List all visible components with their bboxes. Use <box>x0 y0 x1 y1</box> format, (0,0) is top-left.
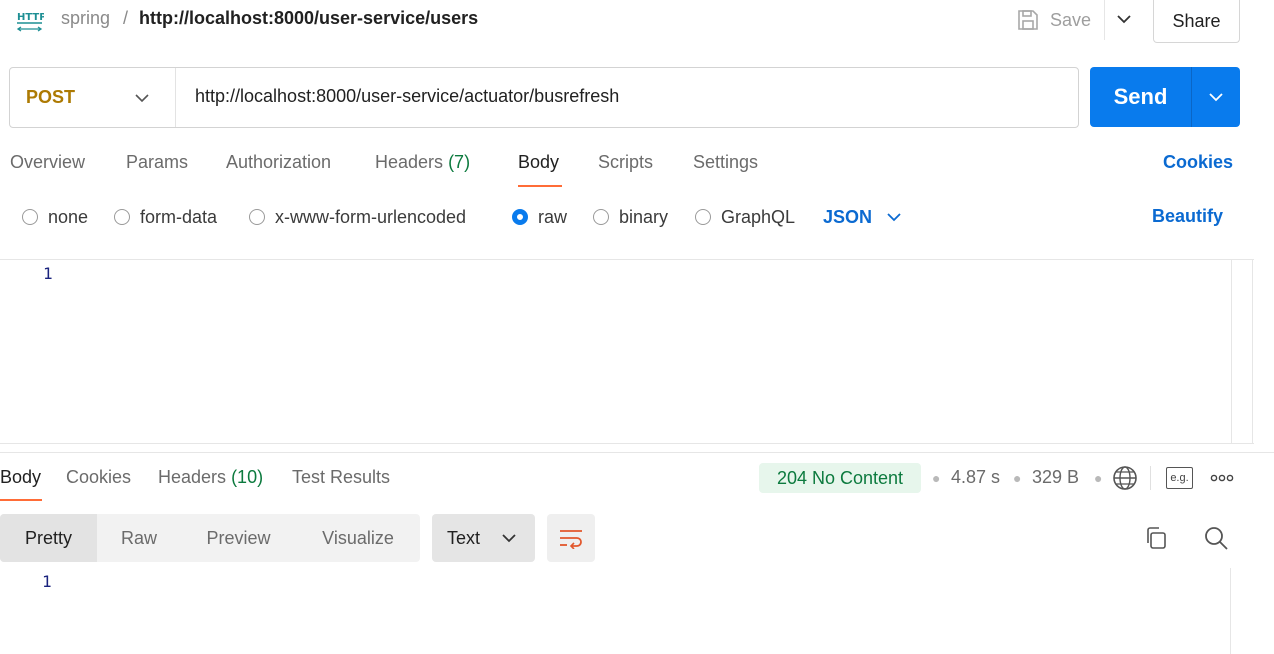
radio-graphql[interactable]: GraphQL <box>695 205 795 229</box>
tab-overview[interactable]: Overview <box>10 152 85 173</box>
save-divider <box>1104 0 1105 40</box>
meta-dot: ● <box>1013 470 1022 486</box>
meta-divider <box>1150 466 1151 490</box>
format-pretty[interactable]: Pretty <box>0 514 97 562</box>
response-tab-body[interactable]: Body <box>0 467 41 488</box>
radio-circle-selected <box>512 209 528 225</box>
radio-circle <box>249 209 265 225</box>
chevron-down-icon <box>501 533 517 543</box>
radio-circle <box>22 209 38 225</box>
active-tab-indicator <box>518 185 562 187</box>
breadcrumb-collection[interactable]: spring <box>61 8 110 29</box>
format-raw[interactable]: Raw <box>97 514 181 562</box>
language-label: JSON <box>823 206 873 227</box>
save-button[interactable]: Save <box>1016 4 1091 36</box>
search-icon[interactable] <box>1203 525 1229 551</box>
save-icon <box>1016 8 1040 32</box>
chevron-down-icon <box>134 93 150 103</box>
url-input[interactable]: http://localhost:8000/user-service/actua… <box>195 86 619 107</box>
response-active-tab-indicator <box>0 499 42 501</box>
response-tab-headers-label: Headers <box>158 467 227 487</box>
share-button[interactable]: Share <box>1153 0 1240 43</box>
response-type-select[interactable]: Text <box>432 514 535 562</box>
response-line-number: 1 <box>42 572 52 591</box>
response-time[interactable]: 4.87 s <box>951 467 1000 488</box>
format-preview[interactable]: Preview <box>181 514 296 562</box>
tab-headers[interactable]: Headers (7) <box>375 152 470 173</box>
radio-binary[interactable]: binary <box>593 205 668 229</box>
line-number: 1 <box>43 264 53 283</box>
response-size[interactable]: 329 B <box>1032 467 1079 488</box>
cookies-link[interactable]: Cookies <box>1163 152 1233 173</box>
method-select[interactable]: POST <box>10 68 176 127</box>
response-tab-headers[interactable]: Headers (10) <box>158 467 263 488</box>
tab-authorization[interactable]: Authorization <box>226 152 331 173</box>
radio-label: GraphQL <box>721 206 796 227</box>
svg-text:HTTP: HTTP <box>17 12 44 23</box>
radio-label: none <box>48 206 89 227</box>
method-label: POST <box>26 87 76 107</box>
request-title[interactable]: http://localhost:8000/user-service/users <box>139 8 478 29</box>
tab-scripts[interactable]: Scripts <box>598 152 653 173</box>
meta-dot: ● <box>932 470 941 486</box>
request-body-editor[interactable] <box>0 259 1254 444</box>
breadcrumb-separator: / <box>123 8 129 28</box>
radio-circle <box>593 209 609 225</box>
meta-dot: ● <box>1094 470 1103 486</box>
radio-circle <box>114 209 130 225</box>
tab-headers-count: (7) <box>448 152 471 172</box>
radio-form-data[interactable]: form-data <box>114 205 217 229</box>
send-button-group: Send <box>1090 67 1240 127</box>
send-options-chevron-icon[interactable] <box>1192 67 1240 127</box>
tab-headers-label: Headers <box>375 152 444 172</box>
radio-raw[interactable]: raw <box>512 205 567 229</box>
wrap-lines-icon[interactable] <box>547 514 595 562</box>
radio-circle <box>695 209 711 225</box>
radio-label: binary <box>619 206 669 227</box>
examples-icon[interactable]: e.g. <box>1166 467 1193 489</box>
beautify-button[interactable]: Beautify <box>1152 206 1223 227</box>
radio-label: raw <box>538 206 568 227</box>
response-tab-test-results[interactable]: Test Results <box>292 467 390 488</box>
response-tab-cookies[interactable]: Cookies <box>66 467 131 488</box>
format-segmented-control: Pretty Raw Preview Visualize <box>0 514 420 562</box>
format-visualize[interactable]: Visualize <box>296 514 420 562</box>
status-badge[interactable]: 204 No Content <box>759 463 921 493</box>
more-options-icon[interactable] <box>1209 469 1235 487</box>
response-pane-divider[interactable] <box>0 452 1274 453</box>
globe-icon[interactable] <box>1112 465 1138 491</box>
response-scrollbar-track[interactable] <box>1230 568 1231 654</box>
radio-none[interactable]: none <box>22 205 88 229</box>
radio-label: x-www-form-urlencoded <box>275 206 467 227</box>
http-icon: HTTP <box>16 6 44 32</box>
tab-settings[interactable]: Settings <box>693 152 758 173</box>
send-button[interactable]: Send <box>1090 67 1192 127</box>
chevron-down-icon <box>886 212 902 222</box>
response-type-label: Text <box>447 527 481 548</box>
tab-params[interactable]: Params <box>126 152 188 173</box>
copy-icon[interactable] <box>1143 525 1169 551</box>
save-label: Save <box>1050 9 1092 30</box>
editor-border <box>1252 260 1253 443</box>
response-tab-headers-count: (10) <box>231 467 264 487</box>
save-options-chevron-icon[interactable] <box>1111 6 1137 32</box>
editor-scrollbar-track[interactable] <box>1231 260 1232 443</box>
language-select[interactable]: JSON <box>823 205 902 229</box>
tab-body[interactable]: Body <box>518 152 559 173</box>
radio-label: form-data <box>140 206 218 227</box>
radio-urlencoded[interactable]: x-www-form-urlencoded <box>249 205 466 229</box>
